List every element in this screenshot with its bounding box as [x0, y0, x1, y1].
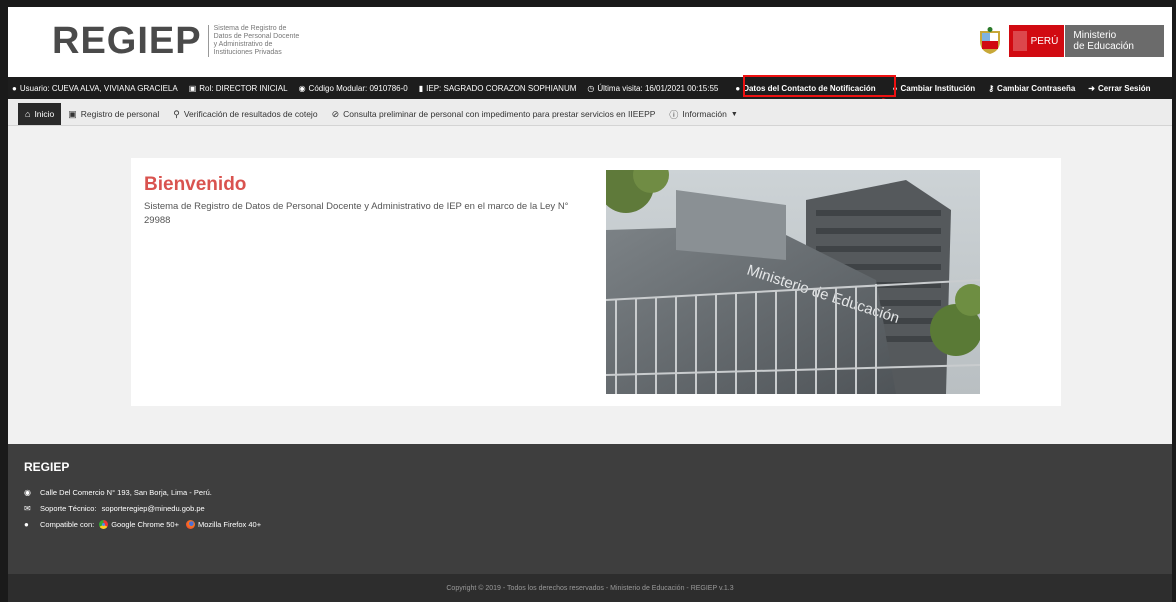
- coat-of-arms-icon: [979, 27, 1000, 54]
- search-icon: ⚲: [173, 108, 180, 119]
- regiep-logo[interactable]: REGIEP Sistema de Registro de Datos de P…: [52, 21, 304, 61]
- ban-icon: ⊘: [331, 108, 340, 119]
- home-icon: ⌂: [25, 109, 31, 119]
- nav-consulta[interactable]: ⊘ Consulta preliminar de personal con imp…: [325, 103, 663, 125]
- site-header: REGIEP Sistema de Registro de Datos de P…: [8, 7, 1172, 77]
- ministry-brand: Ministerio de Educación: [1065, 25, 1164, 57]
- codigo-modular: ◉ Código Modular: 0910786-0: [298, 83, 408, 93]
- nav-inicio[interactable]: ⌂ Inicio: [18, 103, 62, 125]
- key-icon: ⚷: [988, 83, 995, 93]
- id-card-icon: ▣: [68, 108, 77, 119]
- envelope-icon: ✉: [24, 504, 31, 513]
- map-marker-icon: ◉: [298, 83, 306, 93]
- footer-brand: REGIEP: [24, 460, 70, 474]
- nav-verificacion[interactable]: ⚲ Verificación de resultados de cotejo: [166, 103, 324, 125]
- peru-brand: PERÚ: [1008, 25, 1065, 57]
- main-nav: ⌂ Inicio ▣ Registro de personal ⚲ Verificac…: [8, 99, 1172, 126]
- clock-icon: ◷: [587, 83, 595, 93]
- ministry-building-photo: Ministerio de Educación: [606, 170, 980, 394]
- globe-icon: ●: [24, 520, 29, 529]
- footer-address: ◉ Calle Del Comercio N° 193, San Borja, L…: [24, 488, 212, 497]
- main-content: Bienvenido Sistema de Registro de Datos …: [8, 126, 1172, 444]
- last-visit: ◷ Última visita: 16/01/2021 00:15:55: [587, 83, 719, 93]
- building-icon: ▮: [418, 83, 424, 93]
- users-icon: ●: [735, 83, 741, 93]
- minedu-logo: PERÚ Ministerio de Educación: [977, 25, 1164, 57]
- id-card-icon: ▣: [188, 83, 197, 93]
- footer-support: ✉ Soporte Técnico: soporteregiep@minedu.go…: [24, 504, 205, 513]
- change-institution-link[interactable]: ● Cambiar Institución: [893, 84, 976, 93]
- iep-name: ▮ IEP: SAGRADO CORAZON SOPHIANUM: [418, 83, 577, 93]
- site-footer: REGIEP ◉ Calle Del Comercio N° 193, San B…: [8, 444, 1172, 574]
- change-password-link[interactable]: ⚷ Cambiar Contraseña: [988, 84, 1075, 93]
- welcome-card: Bienvenido Sistema de Registro de Datos …: [131, 158, 1061, 406]
- user-icon: ●: [12, 83, 17, 93]
- logo-subtitle: Sistema de Registro de Datos de Personal…: [207, 25, 304, 57]
- map-marker-icon: ◉: [24, 488, 31, 497]
- firefox-icon: [185, 520, 195, 529]
- ministry-line2: de Educación: [1073, 41, 1134, 52]
- logout-link[interactable]: ➜ Cerrar Sesión: [1088, 84, 1150, 93]
- user-info-bar: ● Usuario: CUEVA ALVA, VIVIANA GRACIELA ▣…: [8, 75, 1172, 99]
- highlight-box: [743, 75, 896, 97]
- nav-informacion-dropdown[interactable]: ⓘ Información ▼: [662, 103, 744, 125]
- support-email-link[interactable]: soporteregiep@minedu.gob.pe: [102, 504, 205, 513]
- copyright-bar: Copyright © 2019 - Todos los derechos re…: [8, 574, 1172, 602]
- user-name: ● Usuario: CUEVA ALVA, VIVIANA GRACIELA: [12, 83, 178, 93]
- welcome-description: Sistema de Registro de Datos de Personal…: [144, 201, 569, 226]
- nav-registro-personal[interactable]: ▣ Registro de personal: [61, 103, 166, 125]
- logo-wordmark: REGIEP: [52, 20, 202, 62]
- sign-out-icon: ➜: [1088, 83, 1095, 93]
- info-icon: ⓘ: [669, 109, 679, 120]
- ministry-line1: Ministerio: [1073, 30, 1117, 41]
- chrome-icon: [99, 520, 109, 529]
- page-title: Bienvenido: [144, 174, 247, 195]
- user-role: ▣ Rol: DIRECTOR INICIAL: [188, 83, 288, 93]
- footer-compatibility: ● Compatible con: Google Chrome 50+ Mozilla…: [24, 520, 262, 529]
- caret-down-icon: ▼: [730, 110, 738, 118]
